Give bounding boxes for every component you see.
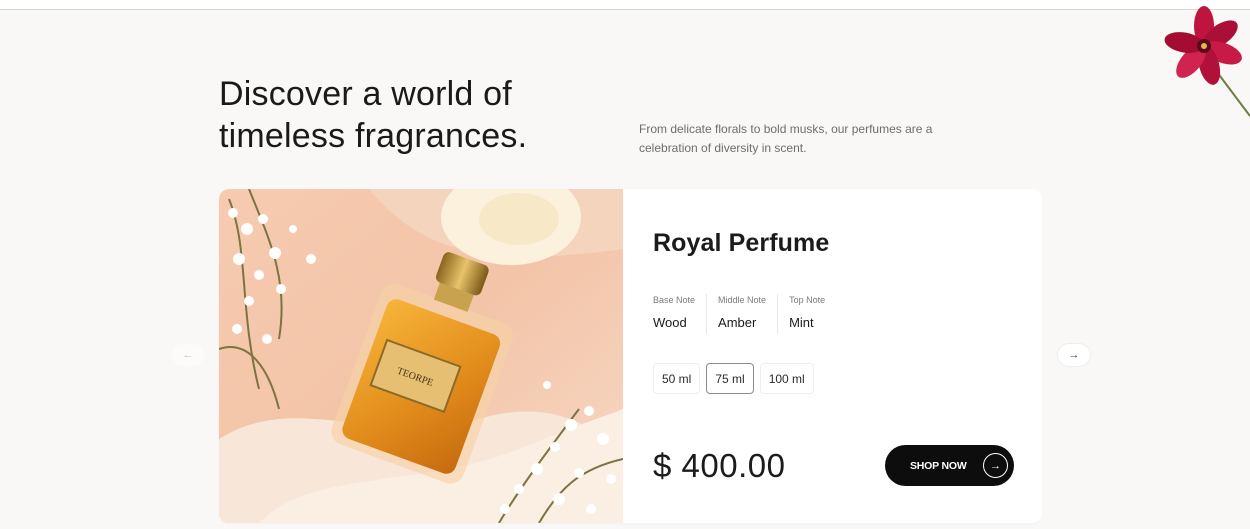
shop-now-button[interactable]: SHOP NOW → [885,445,1014,486]
carousel-prev-button[interactable]: ← [172,344,204,366]
arrow-right-icon: → [983,453,1008,478]
note-label: Middle Note [718,295,767,305]
size-selector: 50 ml 75 ml 100 ml [653,363,814,394]
product-price: $ 400.00 [653,447,786,484]
arrow-right-icon: → [1068,349,1080,361]
page-headline: Discover a world of timeless fragrances. [219,73,599,157]
size-option-75ml[interactable]: 75 ml [706,363,754,394]
decorative-flower-image [1146,6,1250,120]
carousel-next-button[interactable]: → [1058,344,1090,366]
size-option-100ml[interactable]: 100 ml [759,363,814,394]
headline-line-2: timeless fragrances. [219,117,528,155]
size-option-50ml[interactable]: 50 ml [653,363,701,394]
arrow-left-icon: ← [182,349,194,361]
note-label: Base Note [653,295,696,305]
fragrance-notes: Base Note Wood Middle Note Amber Top Not… [653,294,836,334]
note-label: Top Note [789,295,826,305]
shop-now-label: SHOP NOW [910,459,967,472]
top-divider [0,0,1250,10]
product-image: TEORPE [219,189,623,523]
note-value: Mint [789,315,814,330]
product-title: Royal Perfume [653,229,830,257]
note-value: Wood [653,315,687,330]
product-info-panel: Royal Perfume Base Note Wood Middle Note… [623,189,1042,523]
intro-description: From delicate florals to bold musks, our… [639,122,933,155]
note-middle: Middle Note Amber [706,294,777,334]
note-value: Amber [718,315,757,330]
product-card: TEORPE Royal Perfume Base Note Wood Midd… [219,189,1042,523]
note-base: Base Note Wood [653,294,706,334]
note-top: Top Note Mint [777,294,836,334]
headline-line-1: Discover a world of [219,75,512,113]
